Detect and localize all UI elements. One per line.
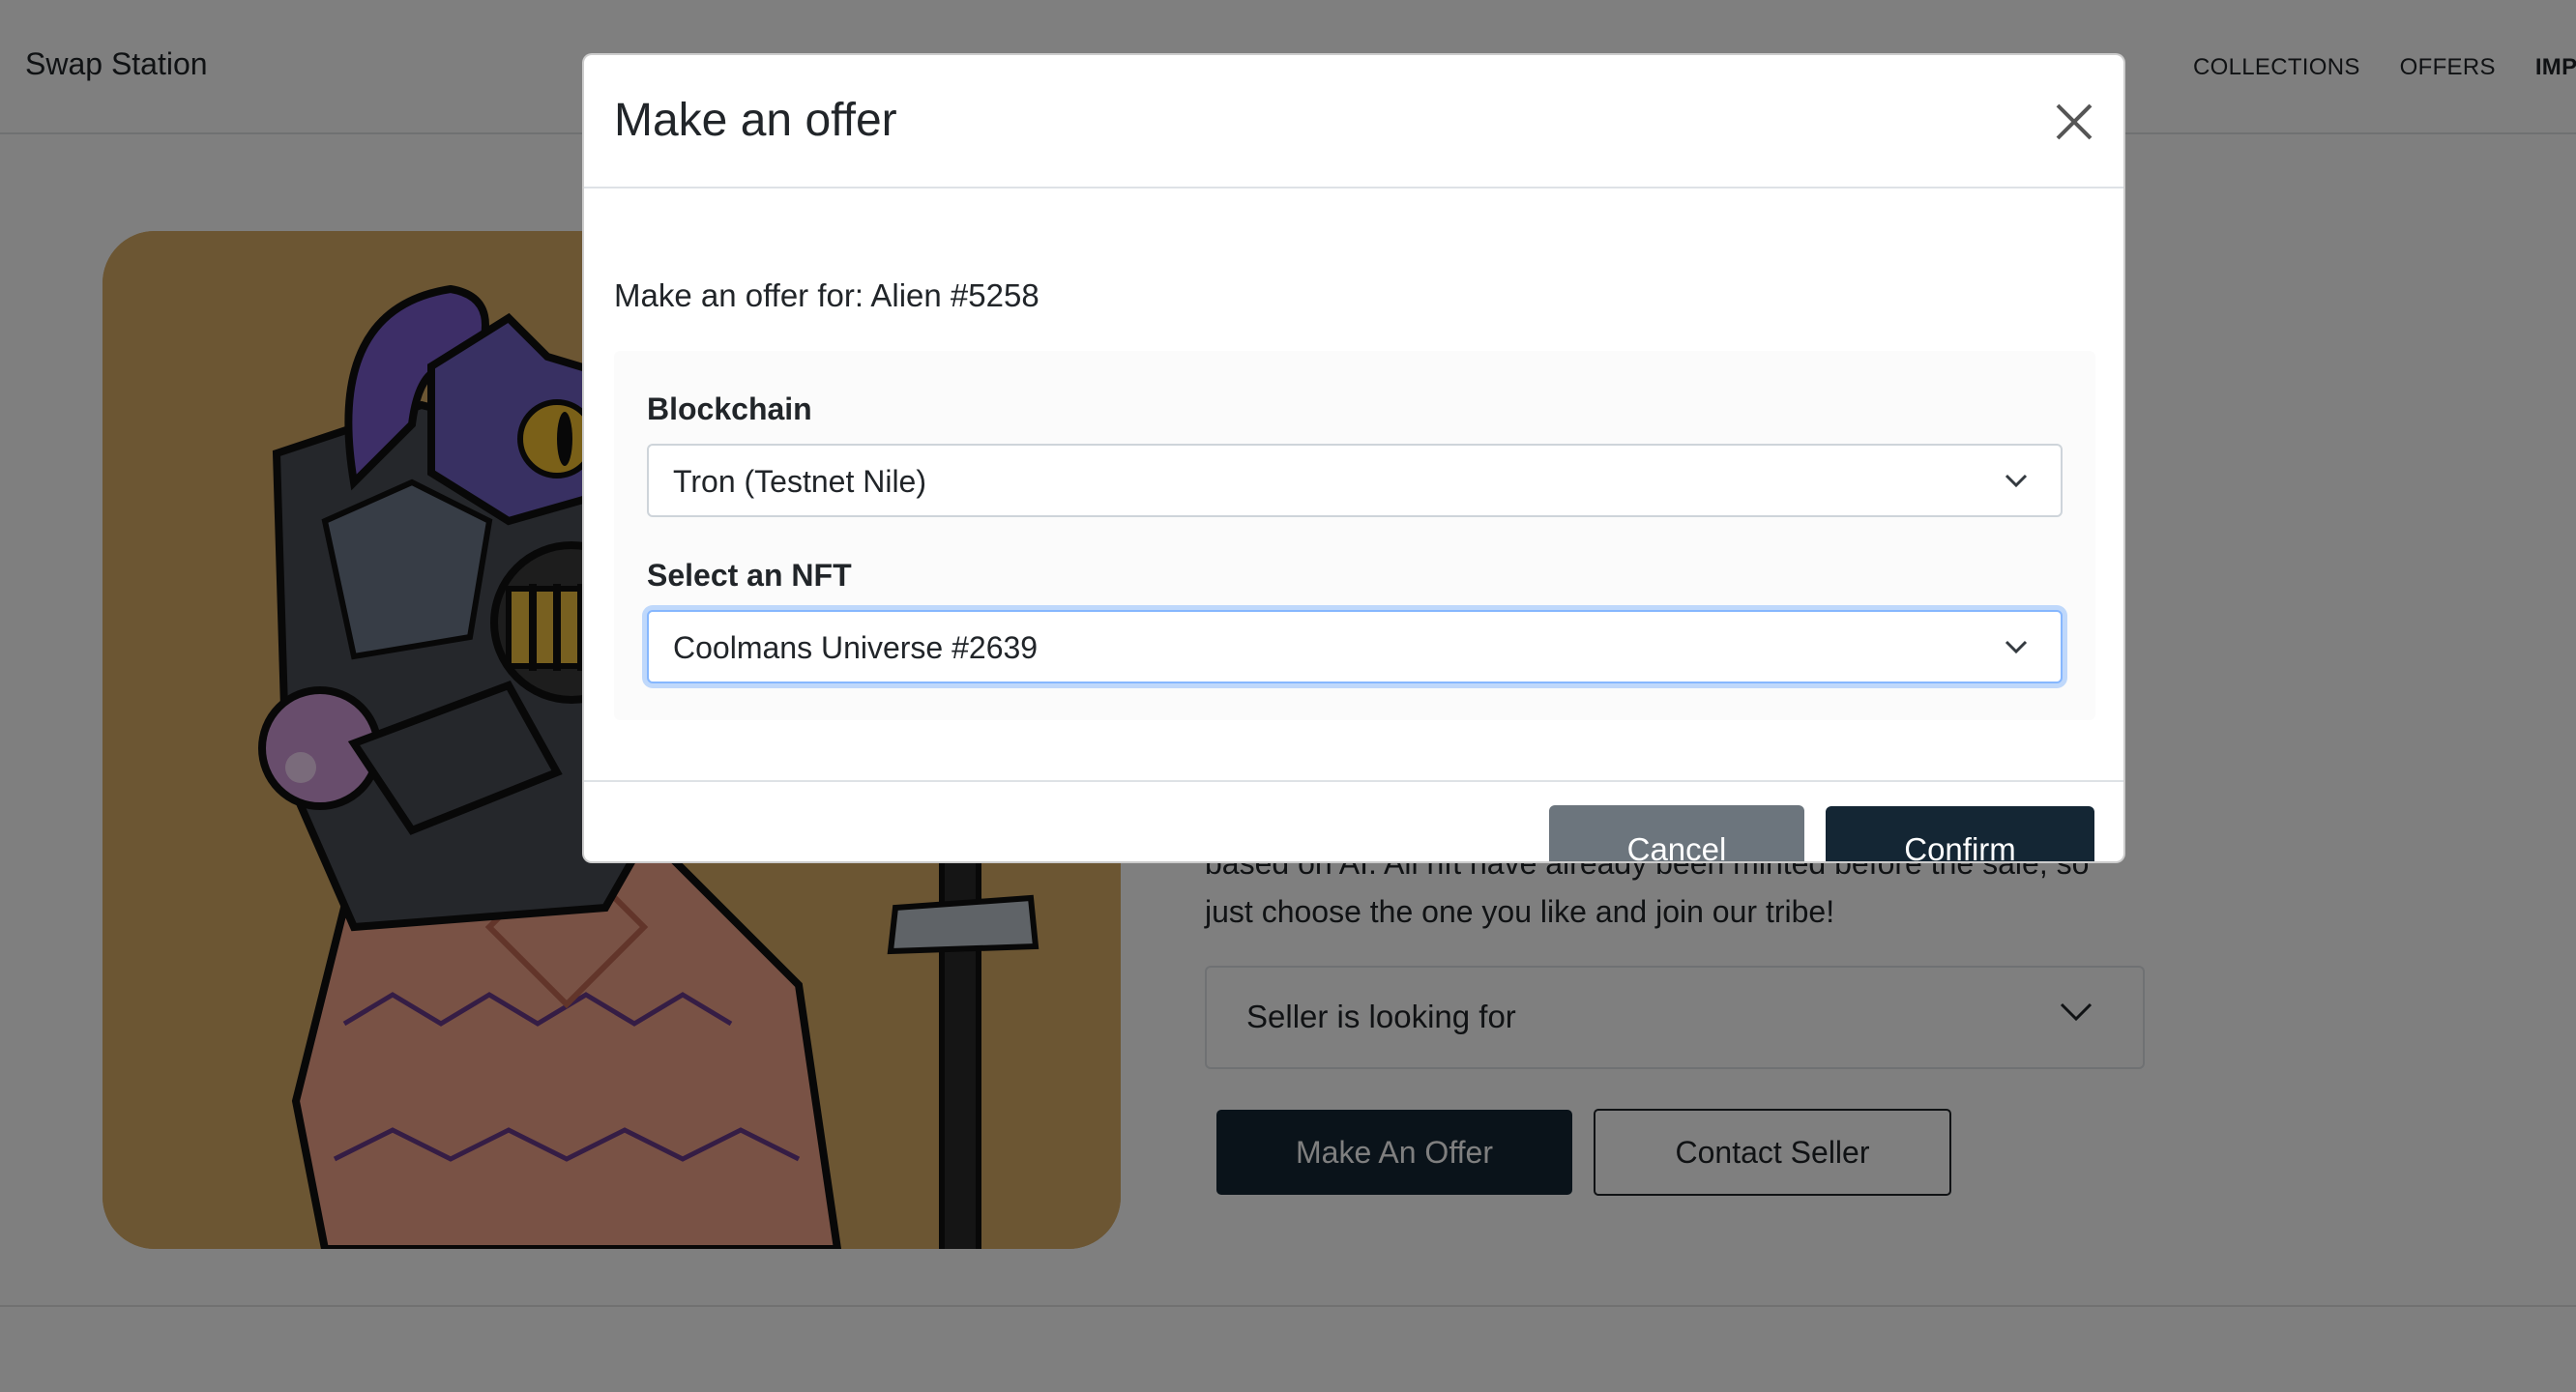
blockchain-select-value: Tron (Testnet Nile): [673, 464, 926, 499]
blockchain-select[interactable]: Tron (Testnet Nile): [647, 444, 2063, 517]
close-button[interactable]: [2054, 102, 2094, 142]
chevron-down-icon: [2005, 473, 2028, 493]
modal-footer: Cancel Confirm: [584, 780, 2123, 861]
cancel-button[interactable]: Cancel: [1549, 805, 1804, 861]
nft-select[interactable]: Coolmans Universe #2639: [647, 610, 2063, 683]
offer-target-text: Make an offer for: Alien #5258: [614, 277, 1039, 313]
modal-body: Make an offer for: Alien #5258 Blockchai…: [584, 188, 2123, 780]
select-nft-label: Select an NFT: [647, 558, 852, 593]
offer-form: Blockchain Tron (Testnet Nile) Select an…: [614, 351, 2095, 720]
chevron-down-icon: [2005, 639, 2028, 659]
modal-header: Make an offer: [584, 55, 2123, 188]
confirm-button[interactable]: Confirm: [1826, 806, 2094, 861]
blockchain-label: Blockchain: [647, 392, 812, 426]
nft-select-value: Coolmans Universe #2639: [673, 630, 1039, 665]
modal-title: Make an offer: [614, 95, 897, 146]
make-offer-modal: Make an offer Make an offer for: Alien #…: [582, 53, 2125, 863]
close-icon: [2056, 103, 2093, 140]
